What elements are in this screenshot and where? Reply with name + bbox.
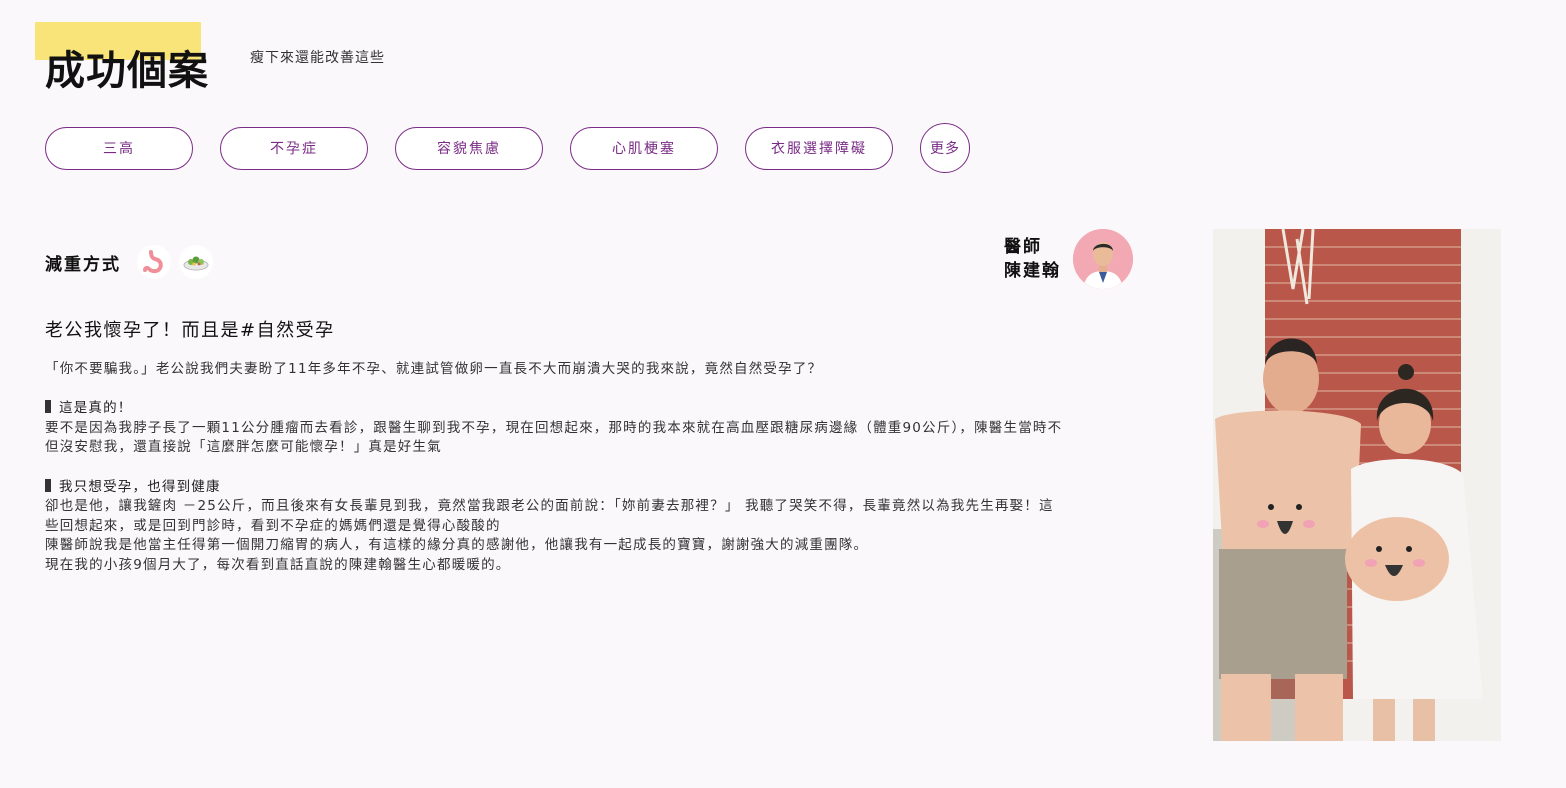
weight-loss-method: 減重方式 [45,245,221,279]
page-subtitle: 瘦下來還能改善這些 [250,50,385,66]
doctor-title: 醫師 [1004,237,1042,257]
method-label: 減重方式 [45,254,121,275]
case-photo [1213,229,1501,741]
doctor-name: 陳建翰 [1004,261,1061,281]
heading-bullet [45,478,51,492]
section-heading: 這是真的！ [45,399,1140,419]
story-line: 卻也是他，讓我鏟肉 －25公斤，而且後來有女長輩見到我，竟然當我跟老公的面前說：… [45,498,1054,515]
section-heading-text: 我只想受孕，也得到健康 [59,478,221,495]
story-line: 陳醫師說我是他當主任得第一個開刀縮胃的病人，有這樣的緣分真的感謝他，他讓我有一起… [45,537,869,554]
story-line: 但沒安慰我，還直接說「這麼胖怎麼可能懷孕！」真是好生氣 [45,439,442,456]
story-line: 些回想起來，或是回到門診時，看到不孕症的媽媽們還是覺得心酸酸的 [45,517,501,534]
salad-icon [179,245,213,279]
doctor-avatar[interactable] [1073,229,1133,289]
case-intro: 「你不要騙我。」老公說我們夫妻盼了11年多年不孕、就連試管做卵一直長不大而崩潰大… [45,361,823,377]
tag-infertility[interactable]: 不孕症 [220,126,368,170]
page-title: 成功個案 [45,48,209,94]
stomach-icon [137,245,171,279]
tag-clothing-choice[interactable]: 衣服選擇障礙 [745,126,893,170]
heading-bullet [45,400,51,414]
doctor-info[interactable]: 醫師 陳建翰 [1004,229,1133,289]
condition-tag-list: 三高 不孕症 容貌焦慮 心肌梗塞 衣服選擇障礙 更多 [45,123,970,173]
tag-myocardial-infarction[interactable]: 心肌梗塞 [570,126,718,170]
story-line: 現在我的小孩9個月大了，每次看到直話直說的陳建翰醫生心都暖暖的。 [45,556,511,573]
section-heading-text: 這是真的！ [59,400,133,417]
tag-three-highs[interactable]: 三高 [45,126,193,170]
case-story: 「你不要騙我。」老公說我們夫妻盼了11年多年不孕、就連試管做卵一直長不大而崩潰大… [45,360,1140,576]
more-tags-button[interactable]: 更多 [920,123,970,173]
case-title: 老公我懷孕了！而且是#自然受孕 [45,320,335,341]
tag-appearance-anxiety[interactable]: 容貌焦慮 [395,126,543,170]
section-heading: 我只想受孕，也得到健康 [45,478,1140,498]
doctor-name-block: 醫師 陳建翰 [1004,235,1061,283]
story-line: 要不是因為我脖子長了一顆11公分腫瘤而去看診，跟醫生聊到我不孕，現在回想起來，那… [45,419,1063,436]
